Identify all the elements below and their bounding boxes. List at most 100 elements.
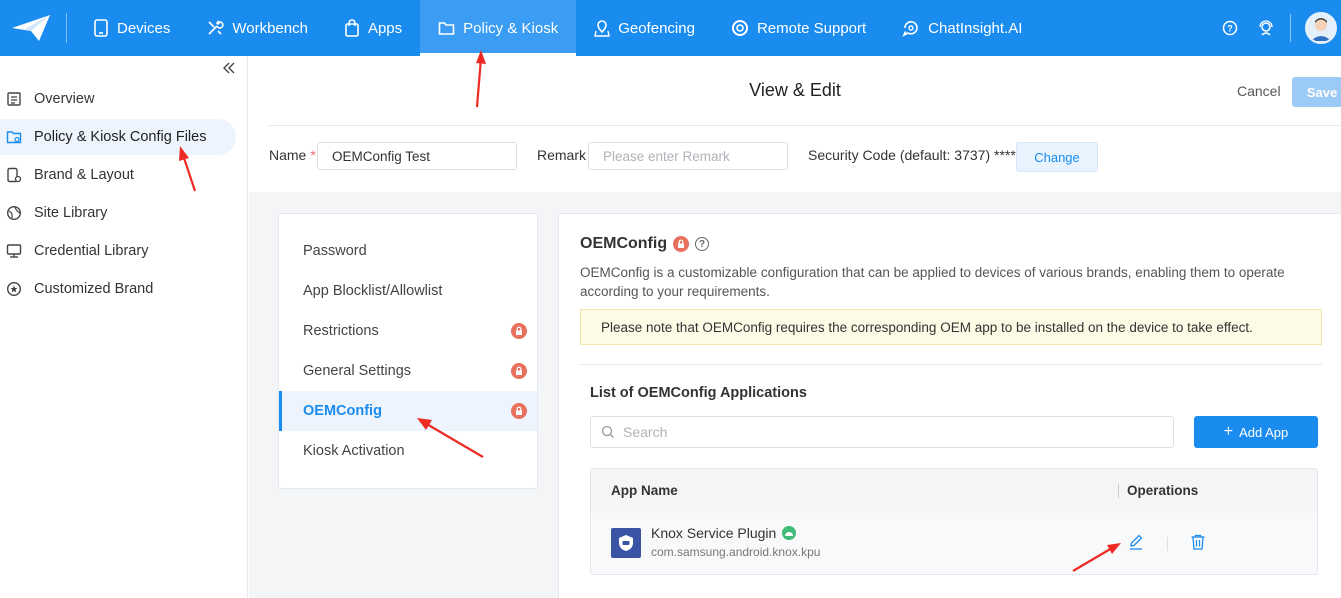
sidebar-item-customized-brand[interactable]: Customized Brand xyxy=(0,271,236,307)
menu-item-app-blocklist-allowlist[interactable]: App Blocklist/Allowlist xyxy=(279,271,537,311)
table-row: Knox Service Plugin com.samsung.android.… xyxy=(591,513,1317,574)
lock-icon xyxy=(673,236,690,252)
menu-item-general-settings[interactable]: General Settings xyxy=(279,351,537,391)
nav-devices[interactable]: Devices xyxy=(75,0,188,56)
sidebar-item-label: Overview xyxy=(34,91,95,107)
menu-item-password[interactable]: Password xyxy=(279,231,537,271)
operations-divider xyxy=(1167,537,1168,551)
menu-item-label: App Blocklist/Allowlist xyxy=(303,283,443,299)
remark-label: Remark xyxy=(537,147,587,163)
remark-input[interactable]: Please enter Remark xyxy=(588,142,788,170)
nav-label: Geofencing xyxy=(618,19,695,37)
sidebar-item-label: Policy & Kiosk Config Files xyxy=(34,129,207,145)
delete-icon[interactable] xyxy=(1189,533,1207,551)
menu-item-restrictions[interactable]: Restrictions xyxy=(279,311,537,351)
nav-label: ChatInsight.AI xyxy=(928,19,1023,37)
top-right-divider xyxy=(1290,14,1291,42)
sidebar-item-label: Customized Brand xyxy=(34,281,154,297)
star-circle-icon xyxy=(6,281,22,297)
tablet-icon xyxy=(93,19,109,37)
tools-icon xyxy=(206,19,224,37)
nav-workbench[interactable]: Workbench xyxy=(188,0,326,56)
nav-remote-support[interactable]: Remote Support xyxy=(713,0,884,56)
plus-icon: + xyxy=(1223,423,1234,440)
sidebar-item-overview[interactable]: Overview xyxy=(0,81,236,117)
column-header-operations: Operations xyxy=(1127,483,1199,498)
logo-divider xyxy=(66,13,67,43)
help-icon[interactable]: ? xyxy=(1222,20,1238,36)
menu-item-label: Password xyxy=(303,243,367,259)
sidebar-item-label: Credential Library xyxy=(34,243,149,259)
lock-icon xyxy=(511,323,527,339)
android-icon xyxy=(782,526,797,540)
save-button[interactable]: Save xyxy=(1292,77,1341,107)
column-divider xyxy=(1118,484,1119,498)
add-app-button[interactable]: + Add App xyxy=(1194,416,1318,448)
oemconfig-title-text: OEMConfig xyxy=(580,235,668,252)
nav-label: Apps xyxy=(367,19,403,37)
oemconfig-notice: Please note that OEMConfig requires the … xyxy=(580,309,1322,345)
nav-apps[interactable]: Apps xyxy=(326,0,420,56)
app-name: Knox Service Plugin xyxy=(651,525,797,541)
help-icon[interactable]: ? xyxy=(695,237,710,251)
folder-icon xyxy=(438,20,455,36)
config-form-row: Name * OEMConfig Test Remark Please enter… xyxy=(249,126,1341,192)
menu-item-label: Kiosk Activation xyxy=(303,443,405,459)
app-package-name: com.samsung.android.knox.kpu xyxy=(651,545,821,559)
nav-policy-kiosk[interactable]: Policy & Kiosk xyxy=(420,0,577,56)
menu-item-label: General Settings xyxy=(303,363,412,379)
globe-icon xyxy=(6,205,22,221)
config-folder-icon xyxy=(6,129,22,145)
svg-text:?: ? xyxy=(1227,24,1233,34)
edit-icon[interactable] xyxy=(1127,533,1145,551)
sidebar-item-site-library[interactable]: Site Library xyxy=(0,195,236,231)
cancel-button[interactable]: Cancel xyxy=(1237,83,1281,99)
nav-label: Devices xyxy=(117,19,171,37)
name-input[interactable]: OEMConfig Test xyxy=(317,142,517,170)
sidebar: Overview Policy & Kiosk Config Files Bra… xyxy=(0,56,248,598)
sidebar-item-brand-layout[interactable]: Brand & Layout xyxy=(0,157,236,193)
device-gear-icon xyxy=(6,167,22,183)
sidebar-item-label: Brand & Layout xyxy=(34,167,134,183)
page-title: View & Edit xyxy=(749,80,841,100)
oemconfig-apps-table: App Name Operations Knox Service Plugin … xyxy=(590,468,1318,575)
main-content: View & Edit Cancel Save Name * OEMConfig … xyxy=(249,56,1341,598)
nav-chatinsight[interactable]: ChatInsight.AI xyxy=(884,0,1040,56)
section-divider xyxy=(580,364,1322,365)
nav-label: Workbench xyxy=(232,19,308,37)
monitor-icon xyxy=(6,243,22,259)
sidebar-item-policy-kiosk-config-files[interactable]: Policy & Kiosk Config Files xyxy=(0,119,236,155)
knox-app-icon xyxy=(611,528,641,558)
collapse-sidebar-icon[interactable] xyxy=(221,60,237,76)
top-right-actions: ? xyxy=(1212,0,1341,56)
change-security-code-button[interactable]: Change xyxy=(1016,142,1098,172)
lock-icon xyxy=(511,363,527,379)
sidebar-item-label: Site Library xyxy=(34,205,108,221)
lifebuoy-icon xyxy=(731,19,749,37)
security-code-label: Security Code (default: 3737) **** xyxy=(808,147,1016,163)
sidebar-item-credential-library[interactable]: Credential Library xyxy=(0,233,236,269)
support-agent-icon[interactable] xyxy=(1258,20,1274,36)
required-marker: * xyxy=(310,147,316,163)
app-name-text: Knox Service Plugin xyxy=(651,525,777,541)
lock-icon xyxy=(511,403,527,419)
search-input[interactable]: Search xyxy=(590,416,1174,448)
oemconfig-panel: OEMConfig ? OEMConfig is a customizable … xyxy=(558,213,1341,598)
list-title: List of OEMConfig Applications xyxy=(590,385,807,401)
menu-item-oemconfig[interactable]: OEMConfig xyxy=(279,391,537,431)
top-navigation-bar: Devices Workbench Apps Policy & Kiosk Ge… xyxy=(0,0,1341,56)
table-header: App Name Operations xyxy=(591,469,1317,513)
user-avatar[interactable] xyxy=(1305,12,1337,44)
page-header: View & Edit Cancel Save xyxy=(249,56,1341,126)
column-header-app-name: App Name xyxy=(611,483,678,498)
nav-label: Policy & Kiosk xyxy=(463,19,559,37)
menu-item-label: OEMConfig xyxy=(303,403,382,419)
menu-item-kiosk-activation[interactable]: Kiosk Activation xyxy=(279,431,537,471)
search-icon xyxy=(601,425,615,439)
airdroid-logo-icon[interactable] xyxy=(6,0,56,56)
oemconfig-title: OEMConfig ? xyxy=(580,235,710,253)
nav-label: Remote Support xyxy=(756,19,867,37)
list-icon xyxy=(6,91,22,107)
name-label: Name * xyxy=(269,147,316,163)
nav-geofencing[interactable]: Geofencing xyxy=(576,0,713,56)
